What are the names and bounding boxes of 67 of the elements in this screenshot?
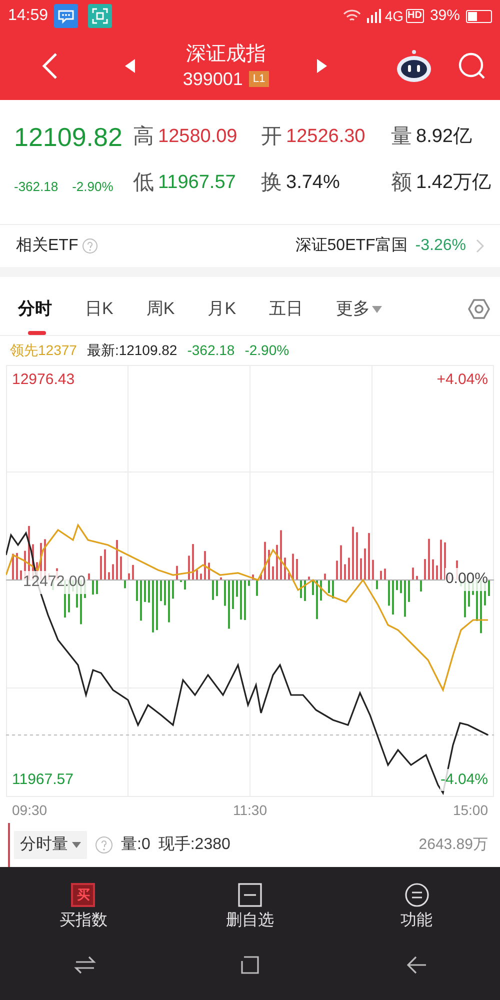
leader-value: 领先12377 xyxy=(10,341,77,360)
max-price-label: 12976.43 xyxy=(12,370,75,390)
volume-value: 量:0 xyxy=(121,835,150,855)
search-icon[interactable] xyxy=(458,52,486,80)
current-hand: 现手:2380 xyxy=(158,834,230,855)
network-type: 4G xyxy=(384,6,404,26)
toolbar-button[interactable]: 功能 xyxy=(333,883,500,933)
chart-tab[interactable]: 日K xyxy=(77,283,122,335)
change-percent: -2.90% xyxy=(244,341,290,360)
mid-price-label: 12472.00 xyxy=(22,571,87,594)
hd-indicator: HD xyxy=(406,9,424,23)
stat-value: 3.74% xyxy=(286,171,340,195)
stat-label: 低 xyxy=(133,170,154,196)
max-percent-label: +4.04% xyxy=(436,370,488,390)
latest-price: 最新:12109.82 xyxy=(86,341,178,360)
current-price: 12109.82 xyxy=(14,121,124,154)
stat-label: 换 xyxy=(261,170,282,196)
toolbar-button[interactable]: 买 买指数 xyxy=(0,883,167,933)
min-percent-label: -4.04% xyxy=(440,768,488,791)
stat-value: 1.42万亿 xyxy=(416,171,491,195)
wifi-icon xyxy=(342,9,361,23)
etf-link[interactable]: 深证50ETF富国 -3.26% xyxy=(295,234,466,258)
total-volume: 2643.89万 xyxy=(418,834,488,855)
time-label: 15:00 xyxy=(452,800,488,820)
stat-label: 开 xyxy=(261,124,282,150)
stat-label: 量 xyxy=(391,124,412,150)
chart-tab[interactable]: 分时 xyxy=(10,283,60,335)
change-percent: -2.90% xyxy=(72,178,114,196)
stat-value: 12526.30 xyxy=(286,125,366,149)
stat-value: 12580.09 xyxy=(158,125,238,149)
stat-value: 8.92亿 xyxy=(416,125,472,149)
buy-icon: 买 xyxy=(71,883,96,907)
chart-tab[interactable]: 月K xyxy=(200,283,244,335)
clock: 14:59 xyxy=(8,6,48,26)
chart-tab[interactable]: 周K xyxy=(138,283,183,335)
stat-label: 额 xyxy=(391,170,412,196)
message-icon[interactable] xyxy=(54,4,78,28)
chart-tab[interactable]: 更多 xyxy=(328,283,390,335)
time-label: 11:30 xyxy=(233,800,267,820)
previous-icon[interactable] xyxy=(124,59,135,73)
volume-selector[interactable]: 分时量 xyxy=(14,831,87,859)
min-price-label: 11967.57 xyxy=(12,770,74,790)
home-icon[interactable] xyxy=(240,954,260,974)
stat-value: 11967.57 xyxy=(158,171,236,195)
screenshot-icon[interactable] xyxy=(88,4,112,28)
settings-icon[interactable] xyxy=(468,298,490,320)
price-change: -362.18 xyxy=(187,341,235,360)
etf-label: 相关ETF xyxy=(16,236,78,256)
menu-circle-icon xyxy=(404,883,429,907)
index-title: 深证成指 xyxy=(186,42,266,67)
signal-icon xyxy=(366,9,383,23)
toolbar-button[interactable]: 删自选 xyxy=(166,883,334,933)
chart-tab[interactable]: 五日 xyxy=(261,283,312,335)
price-change: -362.18 xyxy=(14,178,58,196)
zero-percent-label: 0.00% xyxy=(445,568,488,590)
stat-label: 高 xyxy=(133,124,154,150)
level-badge: L1 xyxy=(248,71,270,87)
minus-square-icon xyxy=(238,883,262,907)
caret-icon xyxy=(372,306,382,312)
switch-apps-icon[interactable] xyxy=(74,954,96,974)
back-icon[interactable] xyxy=(406,954,427,974)
next-icon[interactable] xyxy=(317,59,328,73)
caret-icon xyxy=(72,842,81,848)
index-code: 399001 xyxy=(182,68,243,91)
battery-percent: 39% xyxy=(430,6,460,26)
time-label: 09:30 xyxy=(12,800,48,820)
battery-icon xyxy=(466,10,492,22)
